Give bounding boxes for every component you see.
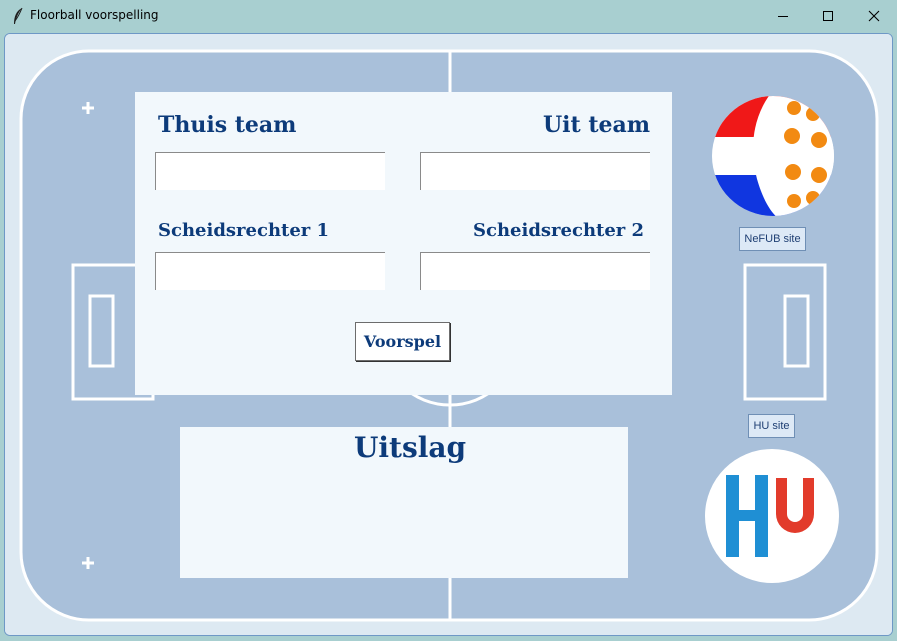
referee1-label: Scheidsrechter 1	[158, 220, 330, 241]
referee1-input[interactable]	[155, 252, 385, 290]
home-team-label: Thuis team	[158, 112, 297, 138]
close-icon	[868, 10, 880, 22]
away-team-label: Uit team	[543, 112, 651, 138]
away-team-input[interactable]	[420, 152, 650, 190]
minimize-icon	[778, 16, 788, 17]
feather-icon	[14, 7, 23, 24]
hu-logo[interactable]	[704, 448, 840, 584]
referee2-input[interactable]	[420, 252, 650, 290]
result-text	[195, 475, 613, 565]
close-button[interactable]	[851, 0, 897, 32]
maximize-icon	[823, 11, 833, 21]
floorball-flag-logo[interactable]	[711, 95, 835, 217]
hu-site-button[interactable]: HU site	[748, 414, 795, 438]
maximize-button[interactable]	[805, 0, 851, 32]
home-team-input[interactable]	[155, 152, 385, 190]
result-title: Uitslag	[354, 431, 467, 464]
predict-button[interactable]: Voorspel	[355, 322, 450, 361]
minimize-button[interactable]	[760, 0, 806, 32]
referee2-label: Scheidsrechter 2	[473, 220, 645, 241]
nefub-site-button[interactable]: NeFUB site	[739, 227, 806, 251]
title-bar: Floorball voorspelling	[0, 0, 897, 32]
window-title: Floorball voorspelling	[30, 8, 159, 22]
